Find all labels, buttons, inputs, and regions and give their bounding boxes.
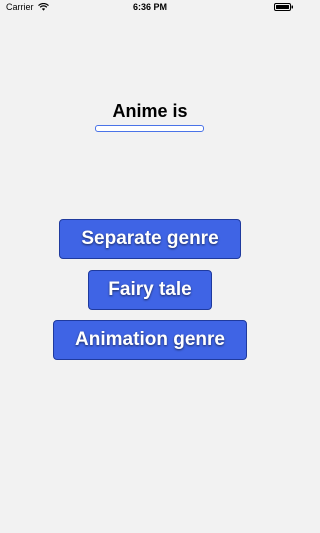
question-title: Anime is [112,101,188,121]
status-bar: Carrier 6:36 PM [0,0,300,14]
clock: 6:36 PM [132,2,167,12]
option-fairy-tale-button[interactable]: Fairy tale [88,270,212,310]
battery-icon [274,3,293,11]
option-separate-genre-button[interactable]: Separate genre [59,219,241,259]
answer-input[interactable] [95,125,204,132]
option-animation-genre-button[interactable]: Animation genre [53,320,247,360]
